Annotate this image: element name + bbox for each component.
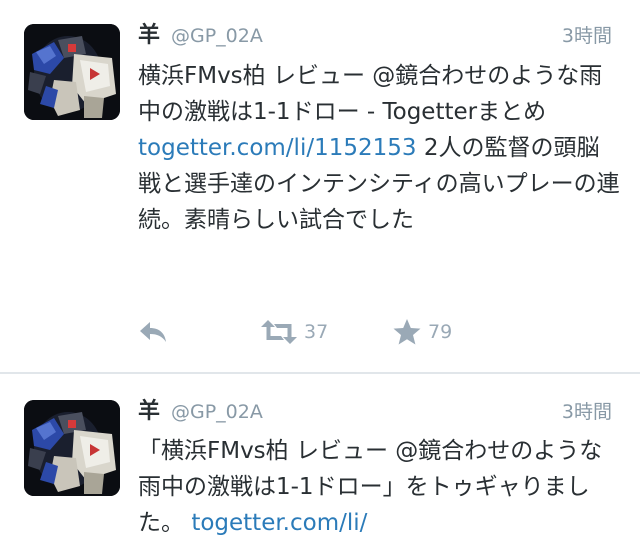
reply-arrow-icon [140,322,166,342]
tweet-text-part: 横浜FMvs柏 レビュー @鏡合わせのような雨中の激戦は1-1ドロー - Tog… [138,63,603,125]
tweet-text: 横浜FMvs柏 レビュー @鏡合わせのような雨中の激戦は1-1ドロー - Tog… [138,58,622,238]
timestamp[interactable]: 3時間 [562,398,612,426]
retweet-icon [261,320,297,344]
tweet-link[interactable]: togetter.com/li/1152153 [138,135,417,161]
avatar[interactable] [24,24,120,120]
tweet[interactable]: 羊 @GP_02A 3時間 横浜FMvs柏 レビュー @鏡合わせのような雨中の激… [0,0,640,372]
timestamp[interactable]: 3時間 [562,22,612,50]
user-name[interactable]: 羊 [138,398,160,426]
retweet-count: 37 [304,321,329,343]
retweet-button[interactable]: 37 [260,312,328,352]
star-icon [393,319,421,345]
favorite-count: 79 [428,321,453,343]
timeline: 羊 @GP_02A 3時間 横浜FMvs柏 レビュー @鏡合わせのような雨中の激… [0,0,640,537]
avatar[interactable] [24,400,120,496]
gundam-robot-avatar-icon [24,24,120,120]
tweet-actions: 37 79 [138,312,538,352]
reply-button[interactable] [138,312,168,352]
tweet[interactable]: 羊 @GP_02A 3時間 「横浜FMvs柏 レビュー @鏡合わせのような雨中の… [0,374,640,537]
user-handle[interactable]: @GP_02A [171,398,263,426]
tweet-text: 「横浜FMvs柏 レビュー @鏡合わせのような雨中の激戦は1-1ドロー」をトゥギ… [138,433,622,537]
tweet-link[interactable]: togetter.com/li/ [191,510,367,536]
favorite-button[interactable]: 79 [392,312,452,352]
gundam-robot-avatar-icon [24,400,120,496]
user-name[interactable]: 羊 [138,22,160,50]
user-handle[interactable]: @GP_02A [171,22,263,50]
